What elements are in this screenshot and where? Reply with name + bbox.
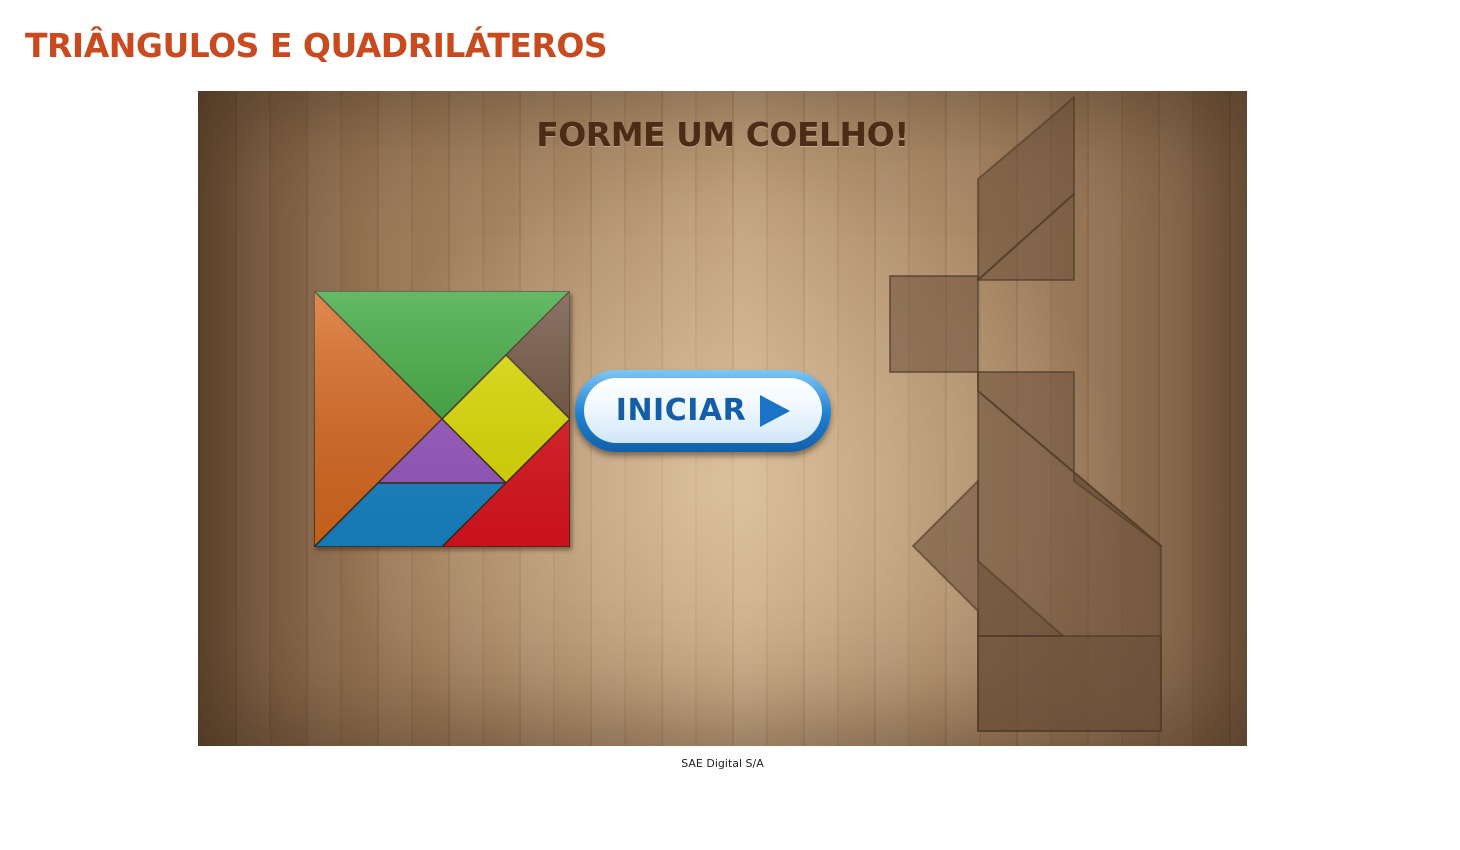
start-button-label: INICIAR (615, 393, 747, 428)
start-button[interactable]: INICIAR (575, 370, 831, 452)
rabbit-silhouette (889, 96, 1162, 732)
rabbit-head-shape (889, 275, 979, 373)
game-board[interactable]: FORME UM COELHO! INICIAR (198, 91, 1247, 746)
play-arrow-icon (760, 394, 791, 427)
footer-credit: SAE Digital S/A (681, 757, 764, 770)
tangram-square (314, 291, 570, 547)
rabbit-foot-shape (977, 635, 1162, 732)
start-button-face[interactable]: INICIAR (584, 378, 822, 443)
page-title: TRIÂNGULOS E QUADRILÁTEROS (25, 26, 608, 65)
